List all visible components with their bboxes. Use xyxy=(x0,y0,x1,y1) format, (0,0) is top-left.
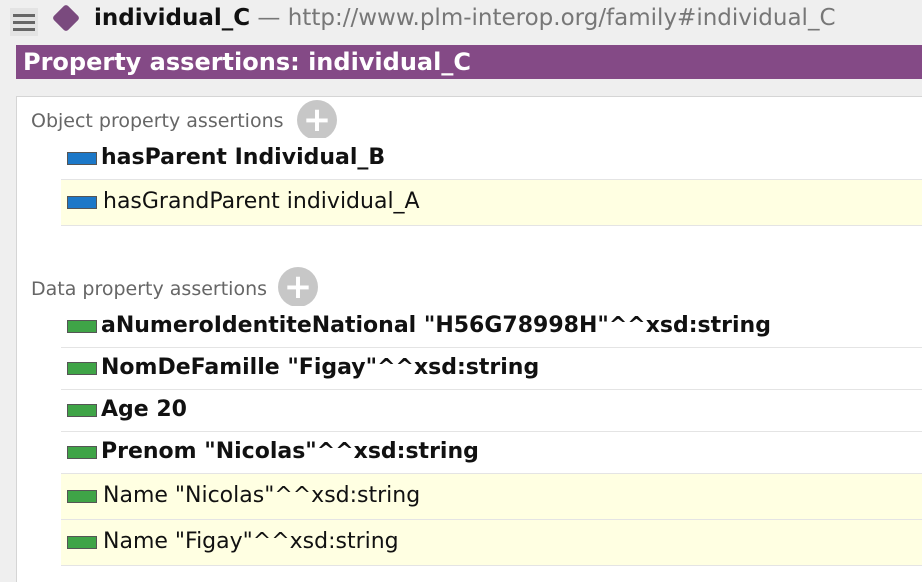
view-title: Property assertions: individual_C xyxy=(16,45,922,79)
individual-iri: http://www.plm-interop.org/family#indivi… xyxy=(287,5,836,31)
object-property-row-inferred[interactable]: hasGrandParent individual_A xyxy=(61,180,922,226)
data-property-row[interactable]: NomDeFamille "Figay"^^xsd:string xyxy=(61,348,922,390)
data-property-icon xyxy=(67,404,97,417)
data-property-row[interactable]: Age 20 xyxy=(61,390,922,432)
property-assertions-panel: Object property assertions + hasParent I… xyxy=(16,96,922,582)
data-property-row-inferred[interactable]: Name "Figay"^^xsd:string xyxy=(61,520,922,566)
data-property-assertions-label: Data property assertions xyxy=(31,278,268,300)
assertion-text: Name "Nicolas"^^xsd:string xyxy=(103,483,421,508)
object-property-icon xyxy=(67,196,97,209)
data-property-icon xyxy=(67,490,97,503)
assertion-text: hasGrandParent individual_A xyxy=(103,189,420,214)
data-property-icon xyxy=(67,362,97,375)
assertion-text: Prenom "Nicolas"^^xsd:string xyxy=(101,439,479,464)
data-property-icon xyxy=(67,320,97,333)
add-object-property-button[interactable]: + xyxy=(297,100,337,140)
individual-icon xyxy=(51,3,81,33)
add-data-property-button[interactable]: + xyxy=(278,267,318,307)
object-property-assertions-label: Object property assertions xyxy=(31,110,284,132)
object-property-row[interactable]: hasParent Individual_B xyxy=(61,138,922,180)
assertion-text: Age 20 xyxy=(101,397,187,422)
individual-name: individual_C xyxy=(94,5,251,31)
title-separator: — xyxy=(250,5,288,31)
assertion-text: NomDeFamille "Figay"^^xsd:string xyxy=(101,355,540,380)
entity-title: individual_C — http://www.plm-interop.or… xyxy=(94,5,836,31)
assertion-text: hasParent Individual_B xyxy=(101,145,386,170)
data-property-row-inferred[interactable]: Name "Nicolas"^^xsd:string xyxy=(61,474,922,520)
data-property-icon xyxy=(67,536,97,549)
assertion-text: Name "Figay"^^xsd:string xyxy=(103,529,399,554)
object-property-icon xyxy=(67,152,97,165)
data-property-row[interactable]: aNumeroIdentiteNational "H56G78998H"^^xs… xyxy=(61,306,922,348)
title-bar: individual_C — http://www.plm-interop.or… xyxy=(0,0,922,44)
menu-icon[interactable] xyxy=(10,8,38,36)
data-property-icon xyxy=(67,446,97,459)
data-property-row[interactable]: Prenom "Nicolas"^^xsd:string xyxy=(61,432,922,474)
assertion-text: aNumeroIdentiteNational "H56G78998H"^^xs… xyxy=(101,313,771,338)
